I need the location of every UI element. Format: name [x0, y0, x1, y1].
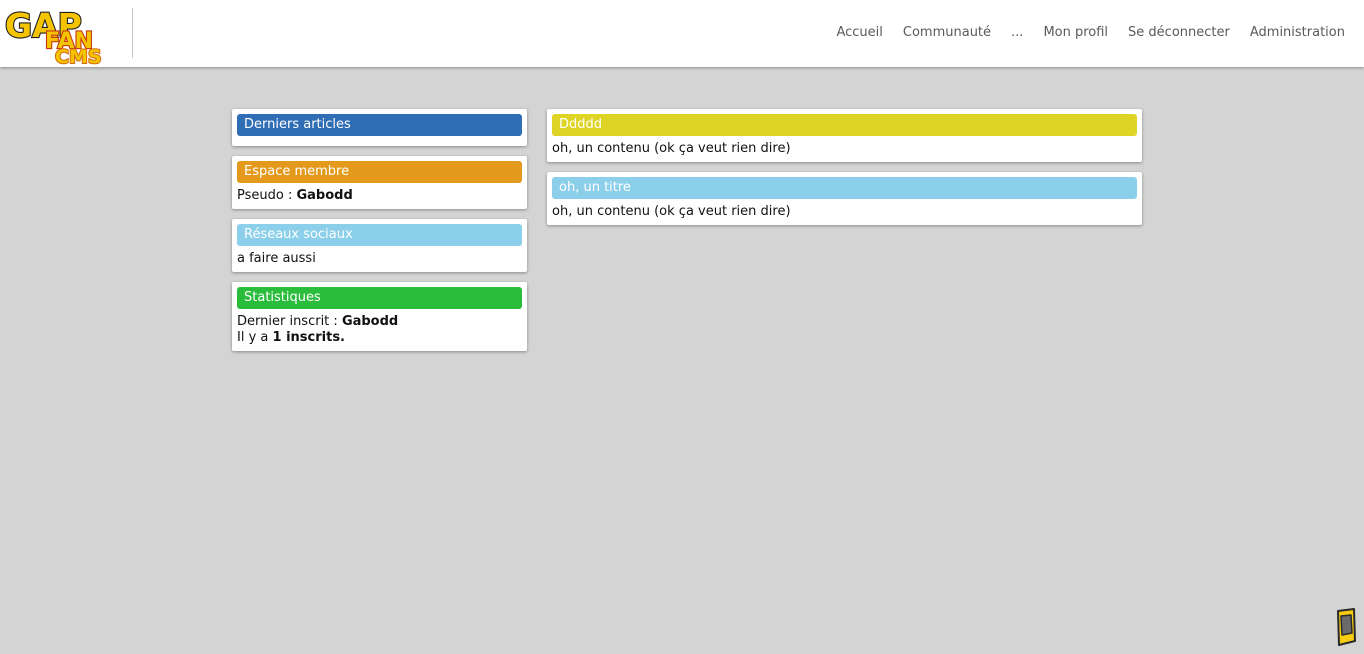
pseudo-label: Pseudo : — [237, 188, 293, 203]
article-card: Ddddd oh, un contenu (ok ça veut rien di… — [547, 109, 1142, 162]
member-count-line: Il y a 1 inscrits. — [237, 330, 522, 346]
panel-title: Espace membre — [237, 161, 522, 183]
pseudo-value: Gabodd — [296, 188, 353, 203]
panel-social: Réseaux sociaux a faire aussi — [232, 219, 527, 272]
nav-communaute[interactable]: Communauté — [903, 25, 991, 40]
panel-member-space: Espace membre Pseudo : Gabodd — [232, 156, 527, 209]
article-card: oh, un titre oh, un contenu (ok ça veut … — [547, 172, 1142, 225]
nav-administration[interactable]: Administration — [1250, 25, 1345, 40]
phone-icon-graphic — [1337, 608, 1356, 646]
logo-line3: CMS — [55, 46, 102, 65]
nav-mon-profil[interactable]: Mon profil — [1043, 25, 1108, 40]
article-title[interactable]: oh, un titre — [552, 177, 1137, 199]
panel-body: a faire aussi — [232, 246, 527, 267]
panel-body: Pseudo : Gabodd — [232, 183, 527, 204]
panel-body: Dernier inscrit : Gabodd Il y a 1 inscri… — [232, 309, 527, 346]
last-member-label: Dernier inscrit : — [237, 314, 338, 329]
site-logo[interactable]: GAP FAN CMS — [3, 3, 119, 69]
article-content: oh, un contenu (ok ça veut rien dire) — [552, 204, 791, 219]
last-member-value: Gabodd — [341, 314, 399, 329]
nav-more[interactable]: ... — [1011, 25, 1023, 40]
member-count-value: 1 inscrits. — [272, 330, 345, 345]
site-header: GAP FAN CMS Accueil Communauté ... Mon p… — [0, 0, 1364, 69]
article-title[interactable]: Ddddd — [552, 114, 1137, 136]
main-nav: Accueil Communauté ... Mon profil Se déc… — [836, 25, 1345, 40]
logo-graphic: GAP FAN CMS — [4, 5, 103, 69]
article-content: oh, un contenu (ok ça veut rien dire) — [552, 141, 791, 156]
logo-divider — [132, 8, 133, 58]
panel-last-articles: Derniers articles — [232, 109, 527, 146]
panel-title: Statistiques — [237, 287, 522, 309]
panel-title: Réseaux sociaux — [237, 224, 522, 246]
phone-icon[interactable] — [1333, 608, 1357, 646]
member-count-prefix: Il y a — [237, 330, 269, 345]
nav-se-deconnecter[interactable]: Se déconnecter — [1128, 25, 1230, 40]
social-text: a faire aussi — [237, 251, 316, 266]
panel-title: Derniers articles — [237, 114, 522, 136]
last-member-line: Dernier inscrit : Gabodd — [237, 314, 522, 330]
panel-stats: Statistiques Dernier inscrit : Gabodd Il… — [232, 282, 527, 351]
nav-accueil[interactable]: Accueil — [836, 25, 882, 40]
